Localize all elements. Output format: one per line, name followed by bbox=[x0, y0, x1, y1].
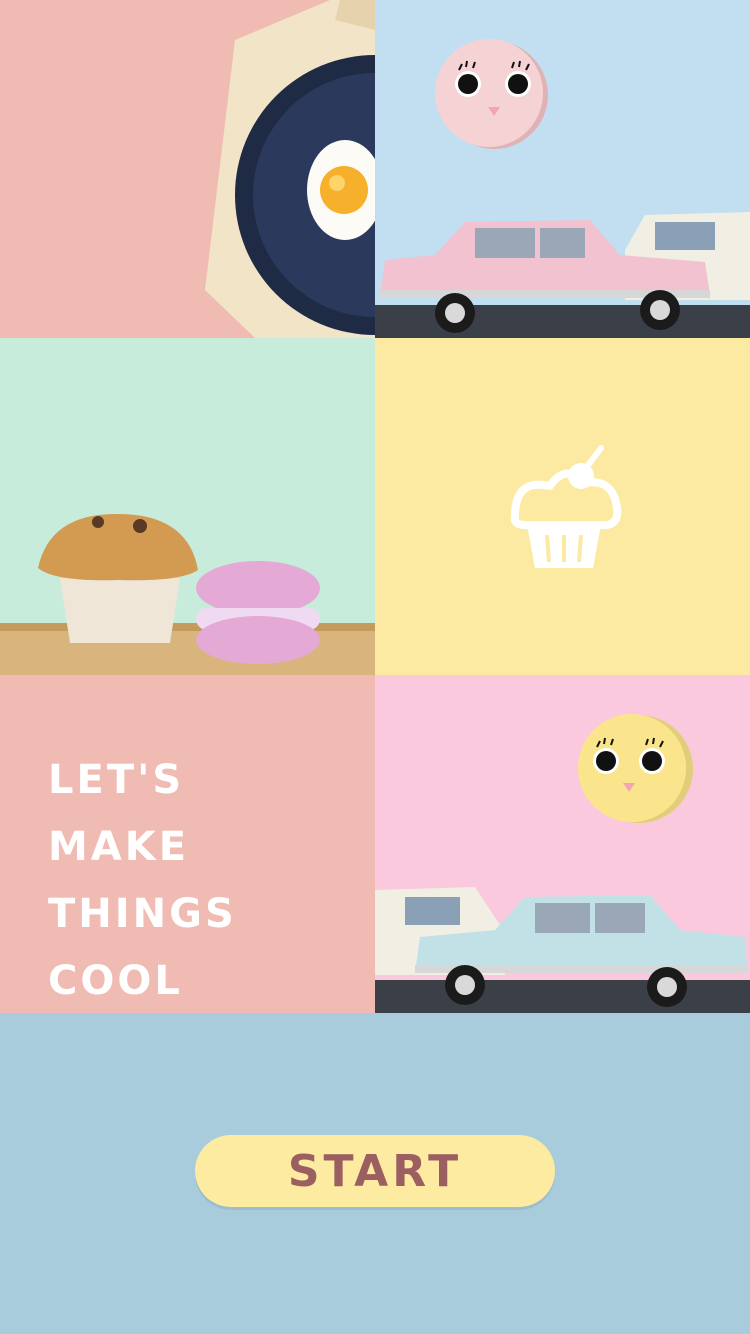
pink-car-tile bbox=[375, 0, 750, 338]
image-grid: LET'S MAKE THINGS COOL bbox=[0, 0, 750, 1013]
headline-line-2: MAKE bbox=[48, 824, 190, 870]
start-button[interactable]: START bbox=[195, 1135, 555, 1207]
yellow-owl-icon bbox=[578, 714, 693, 823]
pink-owl-icon bbox=[435, 39, 548, 149]
headline-line-3: THINGS COOL bbox=[48, 891, 237, 1004]
fried-egg-pan-icon bbox=[205, 0, 375, 338]
cupcake-tile bbox=[375, 338, 750, 676]
headline: LET'S MAKE THINGS COOL bbox=[48, 747, 375, 1013]
start-section: START bbox=[0, 1013, 750, 1334]
blue-car-tile bbox=[375, 675, 750, 1013]
egg-pan-tile bbox=[0, 0, 375, 338]
headline-line-1: LET'S bbox=[48, 757, 185, 803]
headline-tile: LET'S MAKE THINGS COOL bbox=[0, 675, 375, 1013]
cupcake-icon bbox=[510, 445, 622, 568]
macaron-icon bbox=[196, 561, 320, 664]
muffin-tile bbox=[0, 338, 375, 676]
